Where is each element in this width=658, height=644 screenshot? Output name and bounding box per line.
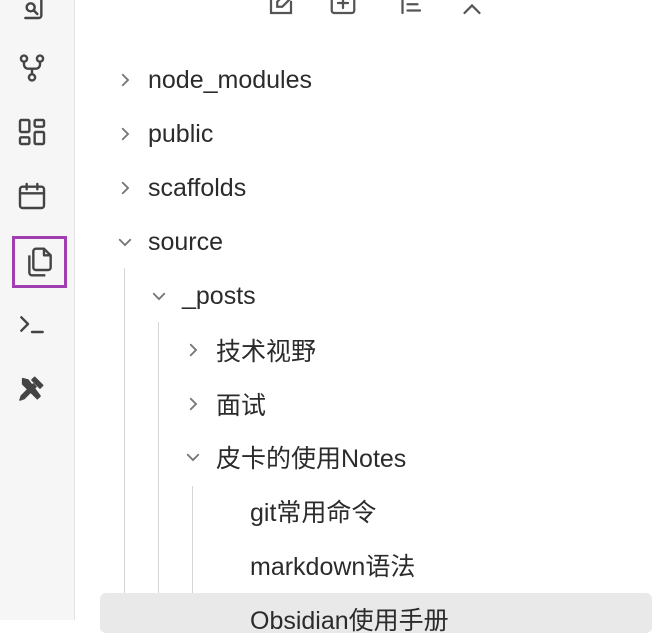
- tree-item-label: node_modules: [148, 65, 313, 94]
- chevron-down-icon: [114, 231, 136, 253]
- chevron-down-icon: [148, 285, 170, 307]
- tree-file[interactable]: git常用命令: [250, 486, 376, 536]
- tree-guide: [124, 268, 125, 628]
- tree-folder[interactable]: scaffolds: [114, 163, 246, 213]
- tree-guide: [158, 322, 159, 622]
- tree-folder[interactable]: public: [114, 109, 213, 159]
- tree-folder[interactable]: _posts: [148, 271, 256, 321]
- tree-item-label: public: [148, 119, 214, 148]
- calendar-icon[interactable]: [12, 176, 52, 216]
- tree-file[interactable]: markdown语法: [250, 540, 415, 590]
- tree-item-label: _posts: [182, 281, 256, 310]
- chevron-right-icon: [114, 177, 136, 199]
- chevron-right-icon: [114, 69, 136, 91]
- collapse-icon[interactable]: [455, 0, 489, 20]
- tools-icon[interactable]: [12, 368, 52, 408]
- tree-item-label: 技术视野: [216, 338, 317, 366]
- tree-folder[interactable]: source: [114, 217, 223, 267]
- sort-icon[interactable]: [393, 0, 427, 20]
- search-icon[interactable]: [12, 0, 52, 26]
- chevron-right-icon: [182, 339, 204, 361]
- chevron-right-icon: [182, 393, 204, 415]
- new-note-icon[interactable]: [264, 0, 298, 20]
- tree-folder[interactable]: 技术视野: [182, 325, 316, 375]
- tree-item-label: 面试: [216, 392, 267, 420]
- tree-folder[interactable]: node_modules: [114, 55, 312, 105]
- chevron-down-icon: [182, 446, 204, 468]
- tree-item-label: 皮卡的使用Notes: [216, 445, 407, 473]
- tree-folder[interactable]: 面试: [182, 379, 266, 429]
- files-icon[interactable]: [12, 236, 67, 288]
- tree-item-label: source: [148, 227, 224, 256]
- terminal-icon[interactable]: [12, 304, 52, 344]
- tree-item-label: markdown语法: [250, 553, 416, 581]
- tree-item-label: scaffolds: [148, 173, 247, 202]
- tree-item-label: Obsidian使用手册: [250, 607, 449, 635]
- tree-item-label: git常用命令: [250, 499, 377, 527]
- graph-icon[interactable]: [12, 48, 52, 88]
- tree-folder[interactable]: 皮卡的使用Notes: [182, 432, 406, 482]
- left-ribbon: [0, 0, 75, 620]
- chevron-right-icon: [114, 123, 136, 145]
- tree-file-selected[interactable]: Obsidian使用手册: [250, 594, 449, 644]
- new-folder-icon[interactable]: [326, 0, 360, 20]
- canvas-icon[interactable]: [12, 112, 52, 152]
